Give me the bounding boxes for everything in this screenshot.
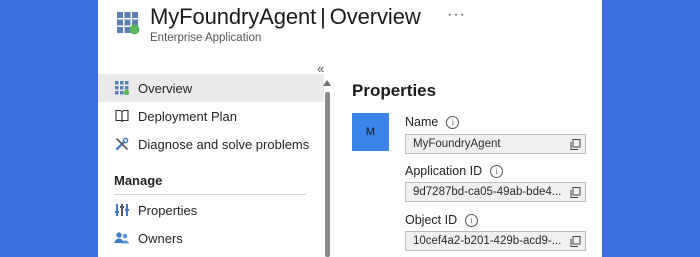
book-icon bbox=[114, 108, 130, 124]
properties-heading: Properties bbox=[352, 81, 437, 100]
page-title: MyFoundryAgent | Overview bbox=[150, 4, 421, 30]
info-icon[interactable]: i bbox=[465, 213, 479, 227]
name-field[interactable]: MyFoundryAgent bbox=[405, 134, 586, 154]
properties-sliders-icon bbox=[114, 202, 130, 218]
sidebar-item-overview[interactable]: Overview bbox=[98, 74, 324, 102]
object-id-label: Object ID i bbox=[405, 213, 479, 227]
sidebar-section-manage: Manage bbox=[114, 173, 163, 188]
sidebar-nav: Overview Deployment Plan Diagnose and so… bbox=[98, 74, 324, 158]
info-icon[interactable]: i bbox=[490, 164, 504, 178]
page-name: Overview bbox=[329, 4, 421, 29]
copy-icon[interactable] bbox=[566, 135, 584, 153]
application-id-label-text: Application ID bbox=[405, 164, 483, 178]
wrench-icon bbox=[114, 136, 130, 152]
sidebar-item-label: Properties bbox=[138, 202, 198, 218]
info-icon[interactable]: i bbox=[446, 115, 460, 129]
sidebar-item-label: Diagnose and solve problems bbox=[138, 136, 310, 152]
application-id-value: 9d7287bd-ca05-49ab-bde4... bbox=[413, 186, 562, 198]
scroll-up-arrow[interactable] bbox=[323, 80, 331, 86]
page-subtitle: Enterprise Application bbox=[150, 32, 262, 44]
object-id-field[interactable]: 10cef4a2-b201-429b-acd9-... bbox=[405, 231, 586, 251]
sidebar-item-deployment-plan[interactable]: Deployment Plan bbox=[98, 102, 324, 130]
sidebar-item-owners[interactable]: Owners bbox=[98, 224, 324, 252]
sidebar-item-label: Overview bbox=[138, 80, 193, 96]
object-id-value: 10cef4a2-b201-429b-acd9-... bbox=[413, 235, 562, 247]
title-separator: | bbox=[320, 4, 326, 29]
sidebar-divider bbox=[114, 194, 306, 195]
application-id-label: Application ID i bbox=[405, 164, 504, 178]
app-name: MyFoundryAgent bbox=[150, 4, 317, 29]
enterprise-app-icon bbox=[116, 11, 140, 35]
object-id-label-text: Object ID bbox=[405, 213, 458, 227]
owners-people-icon bbox=[114, 230, 130, 246]
sidebar-scrollbar[interactable] bbox=[325, 92, 330, 257]
overview-grid-icon bbox=[114, 80, 130, 96]
application-id-field[interactable]: 9d7287bd-ca05-49ab-bde4... bbox=[405, 182, 586, 202]
name-value: MyFoundryAgent bbox=[413, 138, 501, 150]
more-actions-button[interactable]: ··· bbox=[447, 6, 466, 24]
app-avatar: M bbox=[352, 113, 389, 151]
sidebar-item-properties[interactable]: Properties bbox=[98, 196, 324, 224]
copy-icon[interactable] bbox=[566, 183, 584, 201]
sidebar-item-label: Deployment Plan bbox=[138, 108, 237, 124]
copy-icon[interactable] bbox=[566, 232, 584, 250]
portal-window: MyFoundryAgent | Overview ··· Enterprise A… bbox=[98, 0, 602, 257]
sidebar-item-label: Owners bbox=[138, 230, 183, 246]
sidebar-item-diagnose[interactable]: Diagnose and solve problems bbox=[98, 130, 324, 158]
name-label-text: Name bbox=[405, 115, 439, 129]
sidebar-manage-nav: Properties Owners bbox=[98, 196, 324, 252]
name-label: Name i bbox=[405, 115, 460, 129]
